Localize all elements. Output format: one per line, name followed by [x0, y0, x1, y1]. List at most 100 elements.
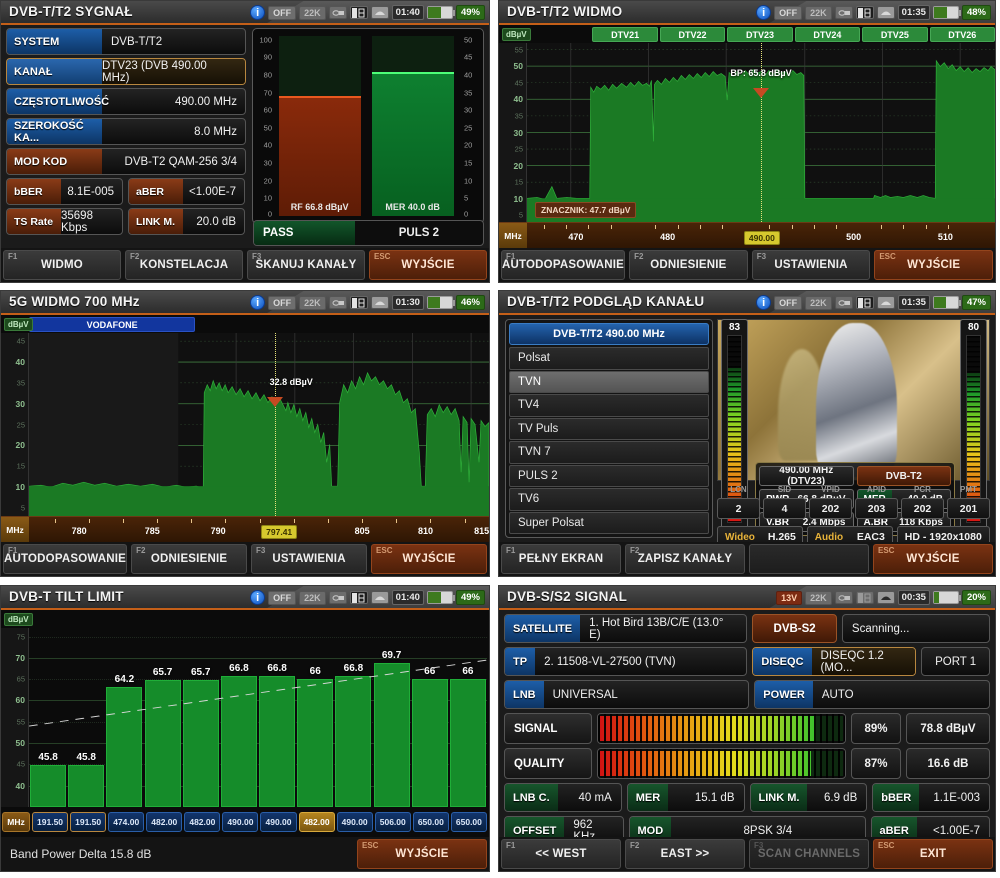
tilt-freq-9[interactable]: 506.00	[375, 812, 411, 832]
tilt-freq-6[interactable]: 490.00	[260, 812, 296, 832]
fkey-ustawienia[interactable]: F3 USTAWIENIA	[752, 250, 871, 280]
spectrum-view-5g[interactable]: dBµV VODAFONE 45 40 35 30 25 20 15 10 5	[1, 315, 489, 542]
param-row-linkm[interactable]: LINK M. 20.0 dB	[128, 208, 245, 235]
tilt-freq-1[interactable]: 191.50	[70, 812, 106, 832]
fkey-exit[interactable]: ESC EXIT	[873, 839, 993, 869]
info-icon[interactable]: i	[756, 5, 771, 20]
tp-diseqc-row: TP 2. 11508-VL-27500 (TVN) DISEQC DISEQC…	[504, 647, 990, 676]
sat-dish-icon	[371, 591, 389, 604]
fkey-odniesienie[interactable]: F2 ODNIESIENIE	[629, 250, 748, 280]
list-item[interactable]: TV Puls	[509, 418, 709, 441]
video-preview[interactable]	[717, 319, 990, 481]
spectrum-view-dvbt[interactable]: dBµV DTV21 DTV22 DTV23 DTV24 DTV25 DTV26…	[499, 25, 995, 248]
tilt-bar-3[interactable]: 65.7	[144, 628, 182, 807]
tilt-freq-0[interactable]: 191.50	[32, 812, 68, 832]
param-row-aber[interactable]: aBER <1.00E-7	[128, 178, 245, 205]
param-row-tsrate[interactable]: TS Rate 35698 Kbps	[6, 208, 123, 235]
fkey-wyjscie[interactable]: ESC WYJŚCIE	[369, 250, 487, 280]
list-item[interactable]: TVN	[509, 371, 709, 394]
info-icon[interactable]: i	[250, 590, 265, 605]
tilt-bar-1[interactable]: 45.8	[67, 628, 105, 807]
info-icon[interactable]: i	[250, 5, 265, 20]
fkey-autodopasowanie[interactable]: F1 AUTODOPASOWANIE	[3, 544, 127, 574]
info-icon[interactable]: i	[250, 295, 265, 310]
cursor-frequency-chip[interactable]: 490.00	[744, 231, 780, 245]
tilt-bar-5[interactable]: 66.8	[220, 628, 258, 807]
tilt-freq-5[interactable]: 490.00	[222, 812, 258, 832]
param-key: aBER	[129, 179, 183, 204]
tilt-bar-6[interactable]: 66.8	[258, 628, 296, 807]
x-tick: 815	[474, 526, 489, 536]
tilt-freq-7[interactable]: 482.00	[299, 812, 335, 832]
fkey-widmo[interactable]: F1 WIDMO	[3, 250, 121, 280]
tilt-bar-0[interactable]: 45.8	[29, 628, 67, 807]
pid-table: LCN SID VPID APID PCR PMT 2 4 202 203 20…	[717, 485, 990, 523]
standard-button[interactable]: DVB-S2	[752, 614, 837, 643]
tilt-bar-4[interactable]: 65.7	[182, 628, 220, 807]
unit-badge: dBµV	[4, 318, 33, 331]
fkey-wyjscie[interactable]: ESC WYJŚCIE	[873, 544, 993, 574]
list-item[interactable]: TV6	[509, 488, 709, 511]
param-row-system[interactable]: SYSTEM DVB-T/T2	[6, 28, 246, 55]
fkey-east[interactable]: F2 EAST >>	[625, 839, 745, 869]
param-row-bber[interactable]: bBER 8.1E-005	[6, 178, 123, 205]
tilt-bar-11[interactable]: 66	[449, 628, 487, 807]
fkey-autodopasowanie[interactable]: F1 AUTODOPASOWANIE	[501, 250, 625, 280]
fkey-zapisz-kanaly[interactable]: F2 ZAPISZ KANAŁY	[625, 544, 745, 574]
tilt-bar-8[interactable]: 66.8	[334, 628, 372, 807]
list-item[interactable]: TV4	[509, 394, 709, 417]
diseqc-port-field[interactable]: PORT 1	[921, 647, 990, 676]
fkey-ustawienia[interactable]: F3 USTAWIENIA	[251, 544, 367, 574]
param-row-czestotliwosc[interactable]: CZĘSTOTLIWOŚĆ 490.00 MHz	[6, 88, 246, 115]
list-item[interactable]: PULS 2	[509, 465, 709, 488]
fkey-wyjscie[interactable]: ESC WYJŚCIE	[357, 839, 487, 869]
tp-field[interactable]: TP 2. 11508-VL-27500 (TVN)	[504, 647, 747, 676]
diseqc-field[interactable]: DISEQC DISEQC 1.2 (MO...	[752, 647, 916, 676]
tilt-freq-3[interactable]: 482.00	[146, 812, 182, 832]
fkey-wyjscie[interactable]: ESC WYJŚCIE	[371, 544, 487, 574]
param-row-szerokosc[interactable]: SZEROKOŚĆ KA... 8.0 MHz	[6, 118, 246, 145]
list-item[interactable]: TVN 7	[509, 441, 709, 464]
param-key: MOD KOD	[7, 149, 102, 174]
channel-list[interactable]: DVB-T/T2 490.00 MHz Polsat TVN TV4 TV Pu…	[505, 319, 713, 538]
fkey-skanuj-kanaly[interactable]: F3 SKANUJ KANAŁY	[247, 250, 365, 280]
rf-mer-bar-chart: 1009080 706050 403020 100 504540 353025 …	[252, 28, 484, 224]
fkey-label: WYJŚCIE	[401, 259, 454, 271]
list-item[interactable]: Super Polsat	[509, 512, 709, 535]
fkey-konstelacja[interactable]: F2 KONSTELACJA	[125, 250, 243, 280]
list-item[interactable]: Polsat	[509, 347, 709, 370]
panel-body: SYSTEM DVB-T/T2 KANAŁ DTV23 (DVB 490.00 …	[1, 25, 489, 248]
tilt-freq-8[interactable]: 490.00	[337, 812, 373, 832]
fkey-scan-channels: F3 SCAN CHANNELS	[749, 839, 869, 869]
fkey-pelny-ekran[interactable]: F1 PEŁNY EKRAN	[501, 544, 621, 574]
satellite-row: SATELLITE 1. Hot Bird 13B/C/E (13.0° E) …	[504, 614, 990, 643]
tilt-freq-11[interactable]: 650.00	[451, 812, 487, 832]
tilt-bar-2[interactable]: 64.2	[105, 628, 143, 807]
pid-table-headers: LCN SID VPID APID PCR PMT	[717, 485, 990, 498]
tilt-bar-9[interactable]: 69.7	[373, 628, 411, 807]
tilt-bar-10[interactable]: 66	[411, 628, 449, 807]
power-field[interactable]: POWER AUTO	[754, 680, 990, 709]
tilt-frequency-row: MHz 191.50 191.50 474.00 482.00 482.00 4…	[1, 807, 487, 837]
tilt-freq-4[interactable]: 482.00	[184, 812, 220, 832]
spectrum-x-axis: MHz 780 785 790 805 810 815 797.41	[1, 516, 489, 542]
status-badge: PASS	[254, 221, 355, 245]
memory-card-icon	[350, 6, 368, 19]
fkey-odniesienie[interactable]: F2 ODNIESIENIE	[131, 544, 247, 574]
tone-22k-chip: 22K	[805, 591, 832, 605]
fkey-label: PEŁNY EKRAN	[519, 553, 603, 565]
param-value: DTV23 (DVB 490.00 MHz)	[102, 59, 245, 84]
lnb-field[interactable]: LNB UNIVERSAL	[504, 680, 749, 709]
tilt-freq-10[interactable]: 650.00	[413, 812, 449, 832]
satellite-field[interactable]: SATELLITE 1. Hot Bird 13B/C/E (13.0° E)	[504, 614, 747, 643]
fkey-wyjscie[interactable]: ESC WYJŚCIE	[874, 250, 993, 280]
info-icon[interactable]: i	[756, 295, 771, 310]
x-axis-unit: MHz	[499, 223, 527, 248]
fkey-west[interactable]: F1 << WEST	[501, 839, 621, 869]
tilt-bar-7[interactable]: 66	[296, 628, 334, 807]
param-row-modkod[interactable]: MOD KOD DVB-T2 QAM-256 3/4	[6, 148, 246, 175]
cell-signal-dvbs: DVB-S/S2 SIGNAL 13V 22K 00:35 20% SATELL…	[495, 585, 1000, 878]
tilt-freq-2[interactable]: 474.00	[108, 812, 144, 832]
cursor-frequency-chip[interactable]: 797.41	[261, 525, 297, 539]
param-row-kanal[interactable]: KANAŁ DTV23 (DVB 490.00 MHz)	[6, 58, 246, 85]
